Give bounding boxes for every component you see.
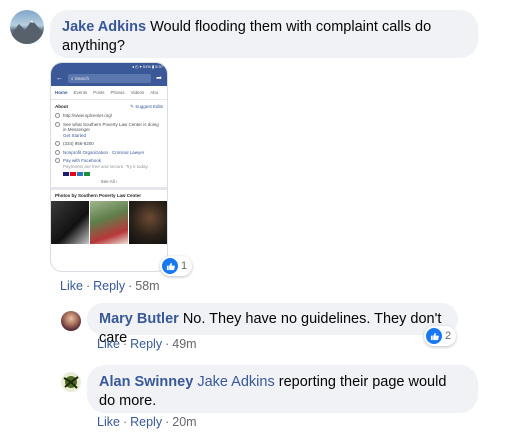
like-reaction-icon <box>162 258 178 274</box>
get-started-link: Get Started <box>63 132 87 138</box>
comment-timestamp[interactable]: 49m <box>172 337 196 351</box>
avatar-jake-adkins[interactable] <box>10 10 44 44</box>
phone-tab: Abo <box>150 90 159 95</box>
photo-thumbnail <box>129 201 167 244</box>
phone-tab: Posts <box>93 90 105 95</box>
comment-actions: Like · Reply · 49m <box>97 337 197 351</box>
like-button[interactable]: Like <box>60 279 83 293</box>
comment-actions: Like · Reply · 20m <box>97 415 197 429</box>
website-text: http://www.splcenter.org/ <box>63 113 113 118</box>
about-title: About <box>55 104 68 109</box>
phone-tab: Events <box>73 90 88 95</box>
like-reaction-icon <box>426 328 442 344</box>
card-icon <box>77 172 83 176</box>
messenger-text: See what Southern Poverty Law Center is … <box>63 121 159 133</box>
comment-actions: Like · Reply · 58m <box>60 279 160 293</box>
photos-title: Photos by Southern Poverty Law Center <box>55 193 142 198</box>
phone-icon <box>55 141 60 147</box>
like-button[interactable]: Like <box>97 337 120 351</box>
globe-icon <box>55 113 60 119</box>
reply-button[interactable]: Reply <box>130 415 162 429</box>
back-arrow-icon: ← <box>56 74 63 82</box>
photo-thumbnail <box>51 201 89 244</box>
share-icon: ➦ <box>156 75 162 82</box>
phone-tab: Photos <box>110 90 125 95</box>
category-text: Nonprofit Organization · Criminal Lawyer <box>63 149 145 155</box>
reaction-count: 2 <box>445 330 452 342</box>
like-button[interactable]: Like <box>97 415 120 429</box>
card-icon <box>63 172 69 176</box>
suggest-edits-link: ✎ Suggest Edits <box>130 104 163 109</box>
phone-search-input: ⌕ Search <box>68 73 152 83</box>
phone-tab: Home <box>55 90 68 95</box>
avatar-mary-butler[interactable] <box>61 311 81 331</box>
reply-button[interactable]: Reply <box>93 279 125 293</box>
pencil-icon: ✎ <box>130 104 134 109</box>
comment-attachment-image[interactable]: ◂ ◴ ▾ 51% ▮ 5:37 ← ⌕ Search ➦ Home Event… <box>50 62 168 272</box>
category-icon <box>55 149 60 155</box>
payment-icon <box>55 158 60 164</box>
card-icon <box>84 172 90 176</box>
comment-timestamp[interactable]: 20m <box>172 415 196 429</box>
comment-bubble-jake: Jake Adkins Would flooding them with com… <box>50 10 478 58</box>
avatar-graphic-icon <box>63 376 79 389</box>
comment-author[interactable]: Jake Adkins <box>62 19 146 35</box>
photo-thumbnail <box>90 201 128 244</box>
comment-bubble-mary: Mary Butler No. They have no guidelines.… <box>87 303 458 346</box>
phone-about-section: About ✎ Suggest Edits http://www.splcent… <box>51 100 167 176</box>
comment-timestamp[interactable]: 58m <box>135 279 159 293</box>
mountain-photo-icon <box>10 20 44 44</box>
phone-page-tabs: Home Events Posts Photos Videos Abo <box>51 86 167 100</box>
phone-tab: Videos <box>130 90 145 95</box>
see-all-link: See All › <box>51 176 167 190</box>
reaction-count-badge[interactable]: 1 <box>160 256 193 276</box>
phone-number: (334) 956-8200 <box>63 141 94 146</box>
pay-subtitle: Payments are free and secure. Try it tod… <box>63 163 149 169</box>
card-icon <box>70 172 76 176</box>
phone-search-bar: ← ⌕ Search ➦ <box>51 70 167 86</box>
reaction-count: 1 <box>181 260 188 272</box>
photos-strip <box>51 201 167 244</box>
phone-status-bar: ◂ ◴ ▾ 51% ▮ 5:37 <box>51 63 167 70</box>
comment-author[interactable]: Mary Butler <box>99 311 179 327</box>
comment-mention[interactable]: Jake Adkins <box>197 374 274 390</box>
comment-author[interactable]: Alan Swinney <box>99 374 193 390</box>
avatar-alan-swinney[interactable] <box>61 372 81 392</box>
comment-bubble-alan: Alan Swinney Jake Adkins reporting their… <box>87 365 478 413</box>
messenger-icon <box>55 121 60 127</box>
pay-title: Pay with Facebook <box>63 158 102 163</box>
reaction-count-badge[interactable]: 2 <box>424 326 457 346</box>
reply-button[interactable]: Reply <box>130 337 162 351</box>
